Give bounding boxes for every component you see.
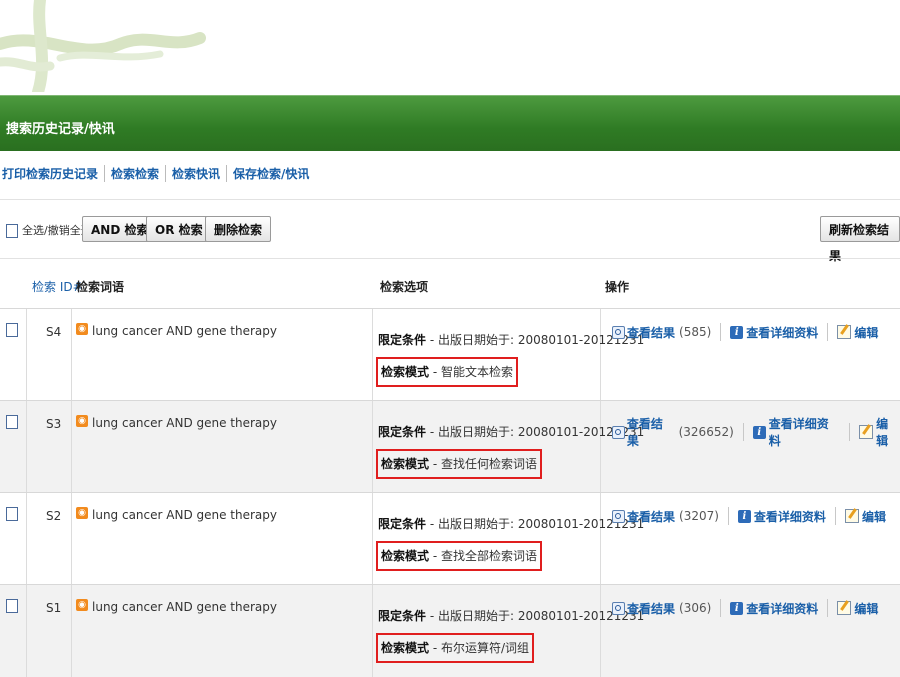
limit-option: 限定条件 - 出版日期始于: 20080101-20121231 bbox=[378, 425, 645, 439]
limit-option: 限定条件 - 出版日期始于: 20080101-20121231 bbox=[378, 609, 645, 623]
rss-icon[interactable]: ◉ bbox=[76, 599, 88, 611]
search-alert-link[interactable]: 检索快讯 bbox=[166, 164, 228, 182]
row-checkbox[interactable] bbox=[6, 323, 18, 337]
view-details-link[interactable]: 查看详细资料 bbox=[746, 324, 818, 341]
search-id: S3 bbox=[46, 417, 62, 431]
result-count: (3207) bbox=[679, 509, 719, 523]
column-header-terms: 检索词语 bbox=[76, 280, 125, 294]
view-details-link[interactable]: 查看详细资料 bbox=[754, 508, 826, 525]
table-row: S2 ◉ lung cancer AND gene therapy 限定条件 -… bbox=[0, 492, 900, 585]
view-results-link[interactable]: 查看结果 bbox=[627, 508, 675, 525]
rss-icon[interactable]: ◉ bbox=[76, 507, 88, 519]
column-header-actions: 操作 bbox=[605, 280, 630, 294]
select-all-checkbox[interactable] bbox=[6, 224, 18, 238]
divider bbox=[0, 258, 900, 259]
row-checkbox[interactable] bbox=[6, 507, 18, 521]
rss-icon[interactable]: ◉ bbox=[76, 415, 88, 427]
header-banner: 搜索历史记录/快讯 bbox=[0, 95, 900, 151]
rss-icon[interactable]: ◉ bbox=[76, 323, 88, 335]
logo-vine-icon bbox=[0, 0, 206, 92]
search-terms: lung cancer AND gene therapy bbox=[92, 324, 278, 338]
info-icon: i bbox=[730, 325, 744, 339]
search-terms: lung cancer AND gene therapy bbox=[92, 416, 278, 430]
magnifier-icon bbox=[612, 509, 625, 523]
info-icon: i bbox=[730, 601, 744, 615]
column-header-options: 检索选项 bbox=[380, 280, 429, 294]
search-search-link[interactable]: 检索检索 bbox=[105, 164, 167, 182]
edit-icon bbox=[837, 325, 852, 339]
edit-icon bbox=[844, 509, 859, 523]
magnifier-icon bbox=[612, 425, 625, 439]
result-count: (326652) bbox=[678, 425, 734, 439]
search-mode-highlight: 检索模式 - 查找任何检索词语 bbox=[376, 449, 542, 479]
row-checkbox[interactable] bbox=[6, 599, 18, 613]
search-mode-highlight: 检索模式 - 布尔运算符/词组 bbox=[376, 633, 535, 663]
row-actions: 查看结果 (306) i 查看详细资料 编辑 bbox=[612, 599, 878, 617]
edit-icon bbox=[859, 425, 874, 439]
edit-icon bbox=[837, 601, 852, 615]
search-mode-highlight: 检索模式 - 智能文本检索 bbox=[376, 357, 518, 387]
edit-link[interactable]: 编辑 bbox=[862, 508, 886, 525]
search-id: S1 bbox=[46, 601, 62, 615]
action-links: 打印检索历史记录 检索检索 检索快讯 保存检索/快讯 bbox=[0, 163, 315, 183]
view-results-link[interactable]: 查看结果 bbox=[627, 324, 675, 341]
search-terms: lung cancer AND gene therapy bbox=[92, 600, 278, 614]
result-count: (585) bbox=[679, 325, 712, 339]
edit-link[interactable]: 编辑 bbox=[854, 324, 878, 341]
limit-option: 限定条件 - 出版日期始于: 20080101-20121231 bbox=[378, 517, 645, 531]
limit-option: 限定条件 - 出版日期始于: 20080101-20121231 bbox=[378, 333, 645, 347]
search-terms: lung cancer AND gene therapy bbox=[92, 508, 278, 522]
table-header: 检索 ID# 检索词语 检索选项 操作 bbox=[0, 268, 900, 308]
divider bbox=[0, 199, 900, 200]
or-search-button[interactable]: OR 检索 bbox=[146, 216, 212, 242]
magnifier-icon bbox=[612, 325, 625, 339]
save-search-alert-link[interactable]: 保存检索/快讯 bbox=[227, 165, 315, 182]
magnifier-icon bbox=[612, 601, 625, 615]
search-id: S2 bbox=[46, 509, 62, 523]
edit-link[interactable]: 编辑 bbox=[854, 600, 878, 617]
view-results-link[interactable]: 查看结果 bbox=[627, 600, 675, 617]
row-actions: 查看结果 (585) i 查看详细资料 编辑 bbox=[612, 323, 878, 341]
row-actions: 查看结果 (326652) i 查看详细资料 编辑 bbox=[612, 415, 900, 449]
search-mode-highlight: 检索模式 - 查找全部检索词语 bbox=[376, 541, 542, 571]
edit-link[interactable]: 编辑 bbox=[876, 415, 900, 449]
view-details-link[interactable]: 查看详细资料 bbox=[746, 600, 818, 617]
delete-search-button[interactable]: 删除检索 bbox=[205, 216, 272, 242]
table-row: S1 ◉ lung cancer AND gene therapy 限定条件 -… bbox=[0, 584, 900, 677]
info-icon: i bbox=[737, 509, 751, 523]
view-results-link[interactable]: 查看结果 bbox=[627, 415, 675, 449]
row-actions: 查看结果 (3207) i 查看详细资料 编辑 bbox=[612, 507, 886, 525]
toolbar: 全选/撤销全选 AND 检索 OR 检索 删除检索 刷新检索结果 bbox=[0, 214, 900, 263]
search-id: S4 bbox=[46, 325, 62, 339]
row-checkbox[interactable] bbox=[6, 415, 18, 429]
table-row: S3 ◉ lung cancer AND gene therapy 限定条件 -… bbox=[0, 400, 900, 493]
print-history-link[interactable]: 打印检索历史记录 bbox=[0, 164, 106, 182]
view-details-link[interactable]: 查看详细资料 bbox=[769, 415, 841, 449]
page-title: 搜索历史记录/快讯 bbox=[6, 122, 115, 137]
refresh-results-button[interactable]: 刷新检索结果 bbox=[820, 216, 900, 263]
result-count: (306) bbox=[679, 601, 712, 615]
info-icon: i bbox=[752, 425, 766, 439]
table-row: S4 ◉ lung cancer AND gene therapy 限定条件 -… bbox=[0, 308, 900, 401]
